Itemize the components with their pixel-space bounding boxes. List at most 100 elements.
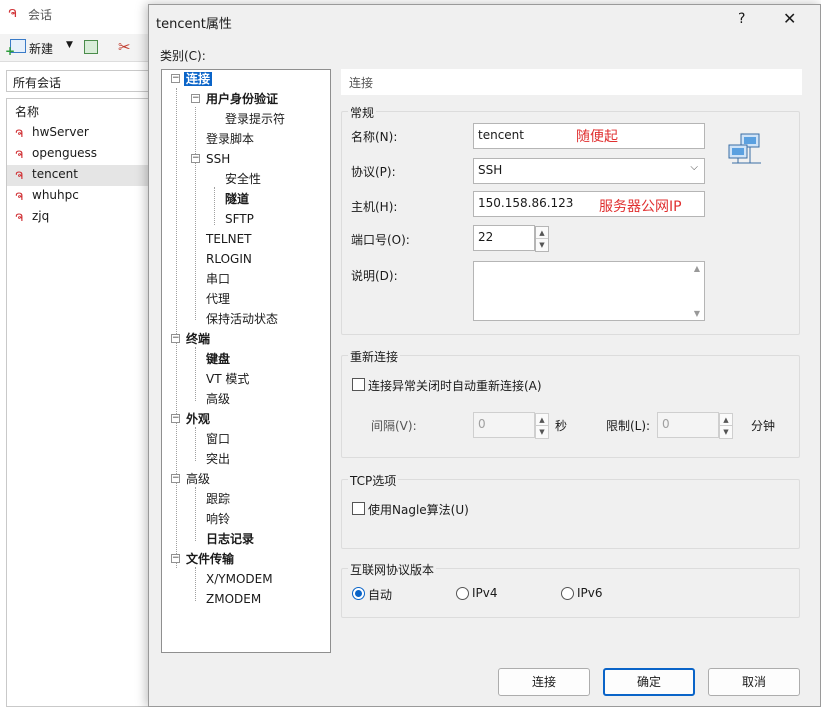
tree-item-appearance[interactable]: − 外观: [171, 410, 212, 428]
ipv4-label[interactable]: IPv4: [472, 586, 498, 600]
help-button[interactable]: ?: [738, 11, 745, 27]
close-icon[interactable]: ✕: [783, 9, 796, 28]
save-icon[interactable]: [84, 40, 98, 54]
tree-item-serial[interactable]: 串口: [204, 270, 232, 288]
network-computers-icon: [728, 133, 761, 164]
session-item-hwserver[interactable]: ຈ hwServer: [7, 123, 159, 144]
collapse-icon[interactable]: −: [171, 554, 180, 563]
collapse-icon[interactable]: −: [171, 474, 180, 483]
scroll-down-icon[interactable]: ▼: [694, 309, 700, 318]
spin-down-icon[interactable]: ▼: [720, 426, 732, 438]
new-session-icon[interactable]: [5, 39, 26, 58]
interval-input[interactable]: 0: [473, 412, 535, 438]
nagle-checkbox[interactable]: [352, 502, 365, 515]
session-list-header[interactable]: 名称: [7, 99, 159, 123]
cut-icon[interactable]: ✂: [118, 38, 131, 56]
ipv6-label[interactable]: IPv6: [577, 586, 603, 600]
tree-item-logging[interactable]: 日志记录: [204, 530, 256, 548]
name-annotation: 随便起: [576, 129, 618, 145]
spin-down-icon[interactable]: ▼: [536, 239, 548, 251]
session-icon: ຈ: [15, 168, 24, 183]
tree-connector: [195, 347, 196, 401]
connect-button[interactable]: 连接: [498, 668, 590, 696]
collapse-icon[interactable]: −: [171, 334, 180, 343]
port-spinner[interactable]: ▲ ▼: [535, 226, 549, 252]
tree-item-proxy[interactable]: 代理: [204, 290, 232, 308]
port-label: 端口号(O):: [351, 233, 410, 247]
limit-spinner[interactable]: ▲ ▼: [719, 413, 733, 439]
tree-item-ssh[interactable]: − SSH: [191, 150, 232, 168]
tree-item-highlight[interactable]: 突出: [204, 450, 232, 468]
limit-input[interactable]: 0: [657, 412, 719, 438]
reconnect-legend: 重新连接: [348, 348, 401, 365]
interval-spinner[interactable]: ▲ ▼: [535, 413, 549, 439]
tree-item-keep-alive[interactable]: 保持活动状态: [204, 310, 280, 328]
spin-up-icon[interactable]: ▲: [536, 227, 548, 239]
all-sessions-path: 所有会话: [6, 70, 160, 92]
port-input[interactable]: 22: [473, 225, 535, 251]
session-manager-title: 会话: [28, 8, 53, 22]
scroll-up-icon[interactable]: ▲: [694, 264, 700, 273]
spin-up-icon[interactable]: ▲: [720, 414, 732, 426]
ipv4-radio[interactable]: [456, 587, 469, 600]
tree-item-vt-mode[interactable]: VT 模式: [204, 370, 251, 388]
auto-reconnect-checkbox[interactable]: [352, 378, 365, 391]
tree-item-connection[interactable]: − 连接: [171, 70, 213, 88]
tree-item-file-transfer[interactable]: − 文件传输: [171, 550, 236, 568]
ip-auto-label[interactable]: 自动: [368, 586, 392, 603]
tree-item-window[interactable]: 窗口: [204, 430, 232, 448]
tree-item-terminal-advanced[interactable]: 高级: [204, 390, 232, 408]
cancel-button[interactable]: 取消: [708, 668, 800, 696]
tree-item-tunneling[interactable]: 隧道: [223, 190, 251, 208]
ipv6-radio[interactable]: [561, 587, 574, 600]
spin-down-icon[interactable]: ▼: [536, 426, 548, 438]
interval-unit: 秒: [555, 419, 568, 433]
session-toolbar: 新建 ▼ ✂: [0, 34, 160, 62]
spin-up-icon[interactable]: ▲: [536, 414, 548, 426]
auto-reconnect-label[interactable]: 连接异常关闭时自动重新连接(A): [368, 377, 542, 394]
ip-auto-radio[interactable]: [352, 587, 365, 600]
nagle-label[interactable]: 使用Nagle算法(U): [368, 501, 469, 518]
tree-item-bell[interactable]: 响铃: [204, 510, 232, 528]
tree-item-telnet[interactable]: TELNET: [204, 230, 254, 248]
collapse-icon[interactable]: −: [191, 94, 200, 103]
collapse-icon[interactable]: −: [171, 414, 180, 423]
tree-item-xymodem[interactable]: X/YMODEM: [204, 570, 275, 588]
tree-item-user-auth[interactable]: − 用户身份验证: [191, 90, 280, 108]
session-item-tencent[interactable]: ຈ tencent: [7, 165, 159, 186]
session-icon: ຈ: [15, 147, 24, 162]
session-icon: ຈ: [15, 210, 24, 225]
tcp-legend: TCP选项: [348, 472, 399, 489]
session-item-zjq[interactable]: ຈ zjq: [7, 207, 159, 228]
session-item-whuhpc[interactable]: ຈ whuhpc: [7, 186, 159, 207]
ok-button[interactable]: 确定: [603, 668, 695, 696]
session-list: 名称 ຈ hwServer ຈ openguess ຈ tencent ຈ whuhpc…: [6, 98, 160, 707]
protocol-select[interactable]: SSH ⌵: [473, 158, 705, 184]
collapse-icon[interactable]: −: [191, 154, 200, 163]
tree-item-rlogin[interactable]: RLOGIN: [204, 250, 254, 268]
tree-item-keyboard[interactable]: 键盘: [204, 350, 232, 368]
session-manager-titlebar: ຈ 会话: [0, 0, 160, 28]
tree-connector: [214, 187, 215, 225]
new-dropdown-arrow-icon[interactable]: ▼: [66, 40, 73, 50]
tree-item-sftp[interactable]: SFTP: [223, 210, 256, 228]
description-textarea[interactable]: ▲ ▼: [473, 261, 705, 321]
new-session-button[interactable]: 新建: [29, 40, 53, 57]
tree-item-login-scripts[interactable]: 登录脚本: [204, 130, 256, 148]
tree-item-trace[interactable]: 跟踪: [204, 490, 232, 508]
tree-connector: [195, 107, 196, 320]
tree-item-security[interactable]: 安全性: [223, 170, 263, 188]
category-tree[interactable]: − 连接 − 用户身份验证 登录提示符 登录脚本 − SSH 安全性 隧道 SF…: [161, 69, 331, 653]
session-item-openguess[interactable]: ຈ openguess: [7, 144, 159, 165]
tree-item-terminal[interactable]: − 终端: [171, 330, 212, 348]
chevron-down-icon[interactable]: ⌵: [690, 162, 698, 173]
tree-item-zmodem[interactable]: ZMODEM: [204, 590, 263, 608]
limit-label: 限制(L):: [606, 419, 651, 433]
collapse-icon[interactable]: −: [171, 74, 180, 83]
host-annotation: 服务器公网IP: [599, 199, 682, 215]
session-icon: ຈ: [15, 126, 24, 141]
host-label: 主机(H):: [351, 200, 398, 214]
protocol-label: 协议(P):: [351, 165, 396, 179]
tree-item-advanced[interactable]: − 高级: [171, 470, 212, 488]
tree-item-login-prompts[interactable]: 登录提示符: [223, 110, 287, 128]
